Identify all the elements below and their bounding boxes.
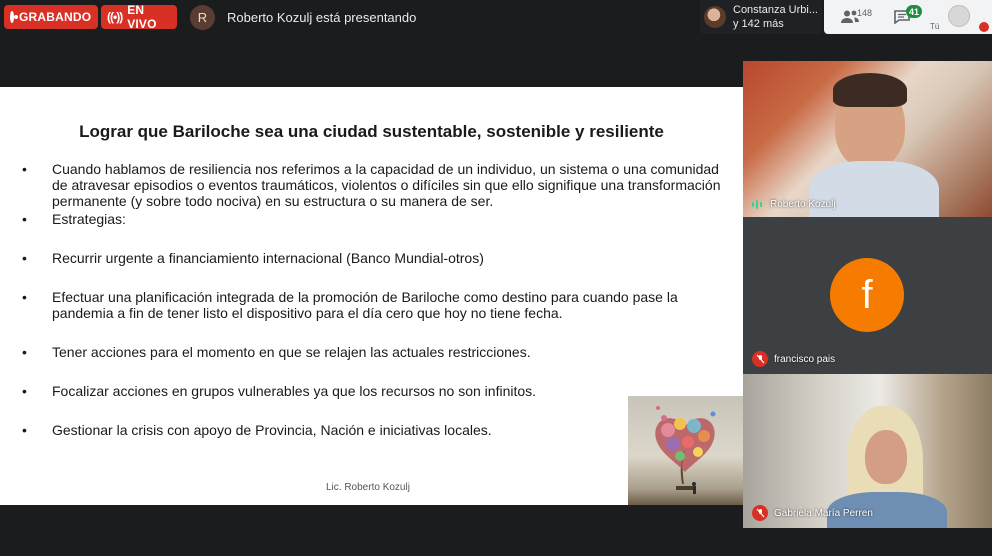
people-count: 148 <box>857 8 873 18</box>
chat-count-badge: 41 <box>906 5 923 18</box>
participant-name: Roberto Kozulj <box>770 199 836 210</box>
participant-name: Gabriela María Perren <box>774 507 873 519</box>
slide-bullet: Efectuar una planificación integrada de … <box>22 289 722 321</box>
participant-label: Gabriela María Perren <box>752 505 873 521</box>
slide-footer: Lic. Roberto Kozulj <box>326 482 410 493</box>
mic-muted-icon <box>752 505 768 521</box>
live-badge[interactable]: ((•)) EN VIVO <box>101 3 177 31</box>
speaking-indicator-icon <box>752 200 762 209</box>
participant-avatar <box>704 6 726 28</box>
video-tile-gabriela-maria-perren[interactable]: Gabriela María Perren <box>743 374 992 528</box>
slide-bullet: Cuando hablamos de resiliencia nos refer… <box>22 161 722 209</box>
slide-title: Lograr que Bariloche sea una ciudad sust… <box>79 122 664 141</box>
slide-bullet: Gestionar la crisis con apoyo de Provinc… <box>22 422 722 438</box>
meeting-tools-panel: 148 41 Tú <box>824 0 992 34</box>
slide-bullet: Estrategias: <box>22 211 722 227</box>
participant-video-hair <box>833 73 907 107</box>
slide-illustration <box>628 396 743 505</box>
heart-tree-illustration <box>655 406 716 494</box>
participant-label: Roberto Kozulj <box>752 199 836 210</box>
video-tile-francisco-pais[interactable]: f francisco pais <box>743 217 992 374</box>
participant-video-face <box>865 430 907 484</box>
recording-badge[interactable]: GRABANDO <box>4 5 98 29</box>
presentation-slide: Lograr que Bariloche sea una ciudad sust… <box>0 87 743 505</box>
self-mic-muted-icon <box>979 22 989 32</box>
live-stream-icon: ((•)) <box>107 10 123 24</box>
participant-label: francisco pais <box>752 351 835 367</box>
record-icon <box>10 11 18 23</box>
self-view-thumbnail[interactable] <box>948 5 970 27</box>
live-label: EN VIVO <box>127 3 157 31</box>
slide-bullet: Recurrir urgente a financiamiento intern… <box>22 250 722 266</box>
recording-label: GRABANDO <box>19 10 92 24</box>
slide-bullet: Tener acciones para el momento en que se… <box>22 344 722 360</box>
presenting-status: Roberto Kozulj está presentando <box>227 10 417 25</box>
participant-name: francisco pais <box>774 353 836 365</box>
participant-more: y 142 más <box>733 18 784 30</box>
participant-preview[interactable]: Constanza Urbi... y 142 más <box>700 0 822 34</box>
participant-avatar: f <box>830 258 904 332</box>
mic-muted-icon <box>752 351 768 367</box>
video-tile-roberto-kozulj[interactable]: Roberto Kozulj <box>743 61 992 217</box>
you-label: Tú <box>930 22 940 31</box>
slide-bullet: Focalizar acciones en grupos vulnerables… <box>22 383 722 399</box>
presenter-avatar: R <box>190 5 215 30</box>
slide-bullet-list: Cuando hablamos de resiliencia nos refer… <box>22 161 722 438</box>
meeting-top-bar: GRABANDO ((•)) EN VIVO R Roberto Kozulj … <box>0 0 992 36</box>
participant-name: Constanza Urbi... <box>733 4 818 16</box>
